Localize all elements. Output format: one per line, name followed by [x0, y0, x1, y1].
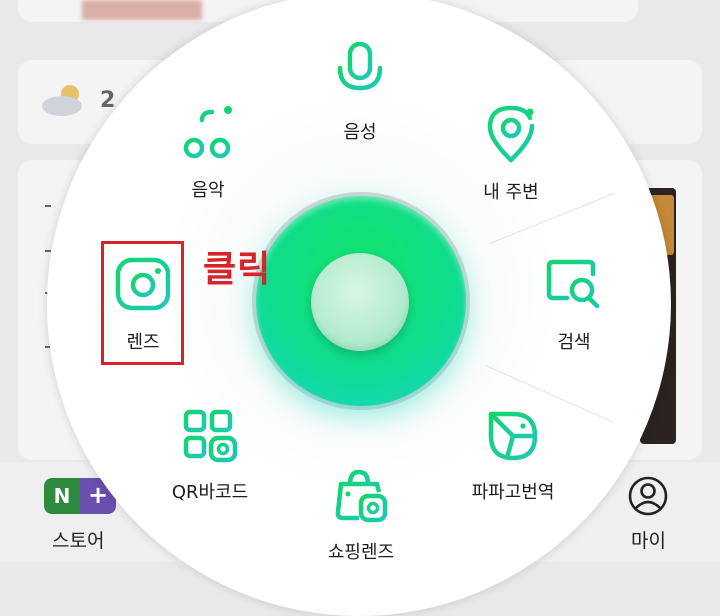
music-note-icon: [183, 106, 232, 159]
menu-item-shopping-lens[interactable]: 쇼핑렌즈: [316, 468, 406, 564]
menu-item-label: 음악: [191, 180, 225, 201]
menu-item-music[interactable]: 음악: [168, 104, 248, 202]
weather-icon: [42, 85, 82, 116]
store-icon-letter: N: [44, 478, 80, 514]
menu-item-papago[interactable]: 파파고번역: [458, 408, 568, 504]
menu-item-label: 음성: [343, 122, 377, 143]
click-annotation: 클릭: [203, 249, 272, 290]
qr-barcode-icon: [183, 409, 238, 463]
my-label[interactable]: 마이: [631, 526, 666, 553]
menu-item-label: 쇼핑렌즈: [327, 542, 395, 563]
menu-item-voice[interactable]: 음성: [320, 42, 400, 144]
weather-temperature: 2: [100, 88, 116, 113]
blurred-banner: [82, 0, 202, 20]
menu-item-label: 내 주변: [483, 182, 539, 203]
microphone-icon: [337, 42, 383, 100]
click-highlight-box: [101, 241, 184, 365]
menu-item-label: QR바코드: [171, 482, 249, 503]
shopping-lens-icon: [335, 469, 388, 523]
menu-item-qr-barcode[interactable]: QR바코드: [160, 408, 260, 504]
search-icon: [546, 259, 600, 309]
menu-item-search[interactable]: 검색: [534, 258, 614, 354]
location-pin-icon: [487, 105, 535, 163]
menu-item-label: 검색: [557, 332, 591, 353]
profile-icon[interactable]: [628, 476, 668, 516]
store-label[interactable]: 스토어: [52, 526, 104, 553]
menu-item-nearby[interactable]: 내 주변: [466, 104, 556, 204]
papago-icon: [488, 411, 538, 461]
green-dot-center-button[interactable]: [311, 253, 409, 351]
menu-item-label: 파파고번역: [471, 482, 555, 503]
